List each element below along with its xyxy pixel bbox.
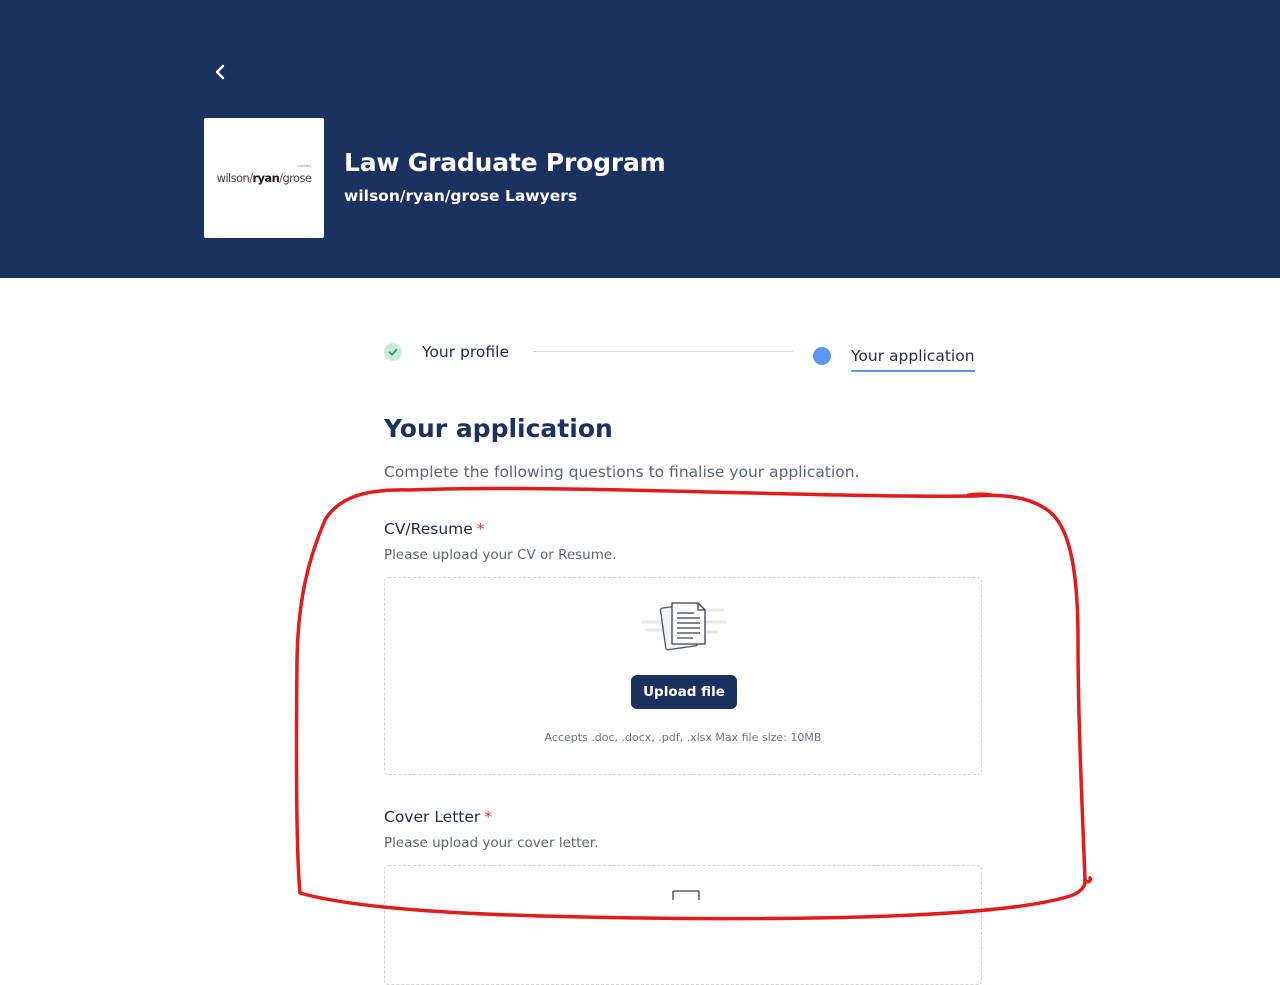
step-completed-indicator: [384, 343, 402, 361]
step-active-indicator: [813, 347, 831, 365]
company-name: wilson/ryan/grose Lawyers: [344, 187, 578, 205]
logo-word-middle: ryan: [252, 171, 280, 185]
cover-letter-field-help: Please upload your cover letter.: [384, 835, 599, 851]
header-banner: LAWYERS wilson/ryan/grose Law Graduate P…: [0, 0, 1280, 278]
cover-letter-dropzone[interactable]: [384, 865, 982, 985]
back-button[interactable]: [206, 58, 234, 86]
program-title: Law Graduate Program: [344, 148, 666, 177]
step-label-profile: Your profile: [422, 343, 509, 361]
cv-field-help: Please upload your CV or Resume.: [384, 547, 617, 563]
cv-dropzone[interactable]: Upload file Accepts .doc, .docx, .pdf, .…: [384, 577, 982, 775]
cv-field-label: CV/Resume *: [384, 520, 485, 538]
logo-tagline: LAWYERS: [297, 164, 312, 168]
logo-word-left: wilson: [216, 171, 250, 185]
step-your-profile[interactable]: Your profile: [384, 340, 509, 364]
document-icon: [672, 890, 700, 900]
step-connector: [533, 351, 793, 352]
step-label-application: Your application: [851, 344, 975, 372]
page-title: Your application: [384, 414, 613, 443]
step-your-application[interactable]: Your application: [813, 340, 975, 372]
required-marker: *: [484, 808, 493, 826]
check-icon: [388, 348, 398, 356]
cover-letter-label-text: Cover Letter: [384, 808, 481, 826]
cv-upload-button[interactable]: Upload file: [631, 675, 737, 709]
logo-wordmark: LAWYERS wilson/ryan/grose: [216, 164, 312, 185]
page-subtitle: Complete the following questions to fina…: [384, 463, 860, 481]
cover-letter-field-label: Cover Letter *: [384, 808, 492, 826]
logo-word-right: grose: [282, 171, 312, 185]
document-icon: [641, 602, 727, 651]
company-logo: LAWYERS wilson/ryan/grose: [204, 118, 324, 238]
required-marker: *: [476, 520, 485, 538]
chevron-left-icon: [215, 64, 225, 80]
cv-accepted-formats: Accepts .doc, .docx, .pdf, .xlsx Max fil…: [544, 731, 822, 744]
cv-label-text: CV/Resume: [384, 520, 473, 538]
